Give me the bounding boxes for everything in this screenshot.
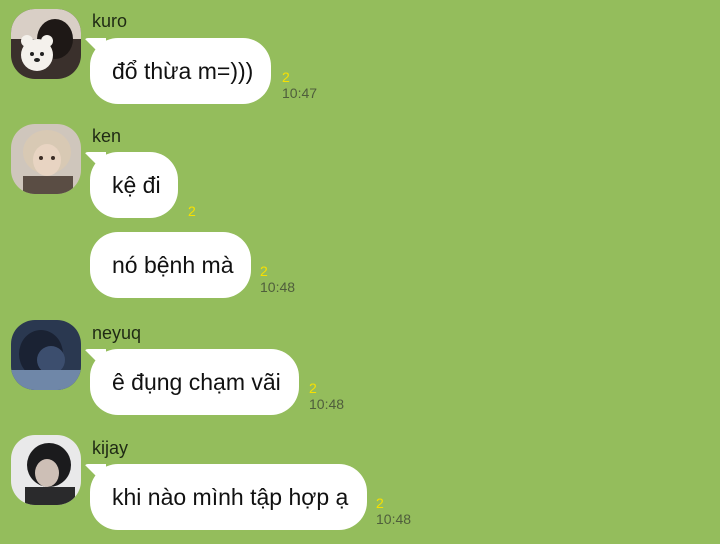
avatar-kuro[interactable] — [11, 9, 81, 79]
timestamp: 10:48 — [260, 279, 296, 295]
user-photo-icon — [11, 320, 81, 390]
sender-name: kuro — [92, 11, 128, 31]
sender-name: ken — [92, 126, 122, 146]
read-count: 2 — [188, 203, 196, 219]
message-bubble[interactable]: kệ đi — [90, 152, 178, 218]
avatar-neyuq[interactable] — [11, 320, 81, 390]
message-meta: 2 — [188, 203, 196, 219]
user-photo-icon — [11, 124, 81, 194]
message-meta: 2 10:47 — [282, 69, 317, 101]
read-count: 2 — [309, 380, 317, 396]
message-meta: 2 10:48 — [376, 495, 411, 527]
user-photo-icon — [11, 435, 81, 505]
message-bubble[interactable]: nó bệnh mà — [90, 232, 251, 298]
message-bubble[interactable]: khi nào mình tập hợp ạ — [90, 464, 367, 530]
timestamp: 10:48 — [309, 396, 345, 412]
sender-name: neyuq — [92, 323, 142, 343]
user-photo-icon — [11, 9, 81, 79]
message-bubble[interactable]: ê đụng chạm vãi — [90, 349, 299, 415]
avatar-kijay[interactable] — [11, 435, 81, 505]
message-meta: 2 10:48 — [309, 380, 344, 412]
timestamp: 10:48 — [376, 511, 412, 527]
sender-name: kijay — [92, 438, 129, 458]
read-count: 2 — [260, 263, 268, 279]
message-meta: 2 10:48 — [260, 263, 295, 295]
timestamp: 10:47 — [282, 85, 318, 101]
message-bubble[interactable]: đổ thừa m=))) — [90, 38, 271, 104]
avatar-ken[interactable] — [11, 124, 81, 194]
read-count: 2 — [376, 495, 384, 511]
read-count: 2 — [282, 69, 290, 85]
